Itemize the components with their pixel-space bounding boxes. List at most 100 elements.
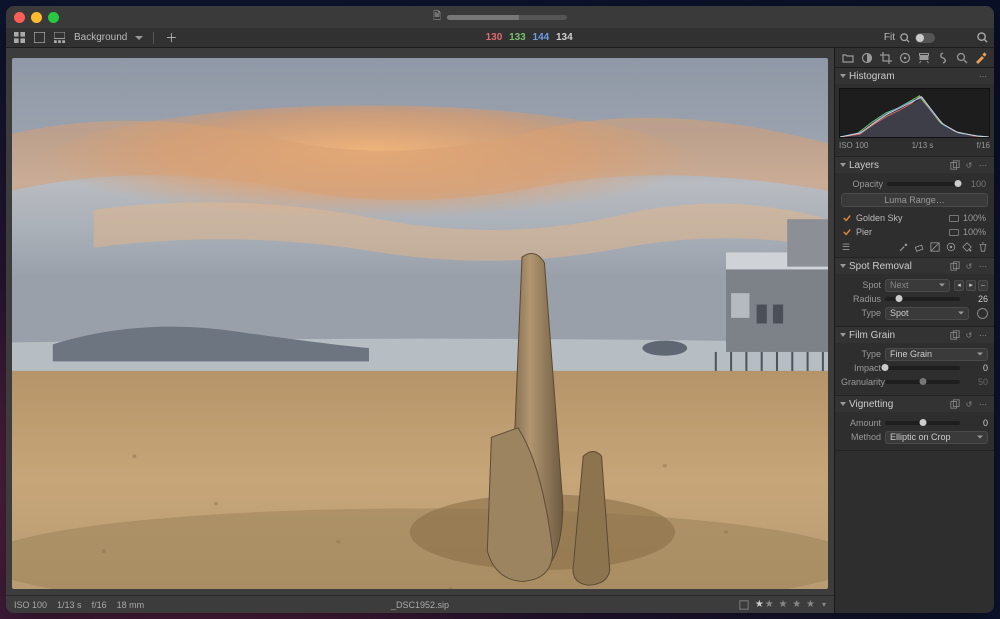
- grain-granularity-slider[interactable]: [885, 380, 960, 384]
- list-tools-icon[interactable]: ☰: [841, 242, 851, 252]
- panel-spot-header[interactable]: Spot Removal ↺ ⋯: [835, 258, 994, 274]
- panel-menu-icon[interactable]: ⋯: [978, 71, 988, 81]
- close-window-button[interactable]: [14, 12, 25, 23]
- layer-opacity: 100%: [963, 213, 986, 223]
- histogram-graph[interactable]: [839, 88, 990, 138]
- reset-icon[interactable]: ↺: [964, 399, 974, 409]
- panel-vignette-header[interactable]: Vignetting ↺ ⋯: [835, 396, 994, 412]
- disclosure-icon: [840, 163, 846, 167]
- filmstrip-icon[interactable]: [52, 31, 66, 45]
- tab-library-icon[interactable]: [841, 51, 855, 65]
- panel-title: Film Grain: [849, 330, 895, 341]
- reset-icon[interactable]: ↺: [964, 330, 974, 340]
- tab-exposure-icon[interactable]: [860, 51, 874, 65]
- radial-gradient-icon[interactable]: [946, 242, 956, 252]
- layer-selector-dropdown-icon[interactable]: [135, 36, 143, 40]
- title-center: 🗎: [433, 9, 567, 26]
- photo-canvas: [12, 58, 828, 589]
- spot-cursor-icon[interactable]: [977, 308, 988, 319]
- layer-item[interactable]: Pier 100%: [837, 225, 992, 239]
- histogram-meta: ISO 100 1/13 s f/16: [839, 139, 990, 152]
- grain-type-select[interactable]: Fine Grain: [885, 348, 988, 361]
- color-tag-icon[interactable]: [739, 600, 749, 610]
- browser-grid-icon[interactable]: [12, 31, 26, 45]
- spot-type-select[interactable]: Spot: [885, 307, 969, 320]
- layer-mask-icon[interactable]: [949, 229, 959, 236]
- minimize-window-button[interactable]: [31, 12, 42, 23]
- copy-icon[interactable]: [950, 399, 960, 409]
- grain-impact-label: Impact: [841, 363, 881, 373]
- zoom-fit-label[interactable]: Fit: [884, 32, 895, 43]
- tab-lens-icon[interactable]: [917, 51, 931, 65]
- document-icon: 🗎: [433, 9, 441, 26]
- layer-tools-row: ☰: [837, 239, 992, 253]
- grain-impact-slider[interactable]: [885, 366, 960, 370]
- panel-vignetting: Vignetting ↺ ⋯ Amount 0 Method Elliptic …: [835, 396, 994, 451]
- search-icon[interactable]: [977, 32, 988, 43]
- copy-icon[interactable]: [950, 330, 960, 340]
- panel-menu-icon[interactable]: ⋯: [978, 261, 988, 271]
- panel-menu-icon[interactable]: ⋯: [978, 330, 988, 340]
- delete-layer-icon[interactable]: [978, 242, 988, 252]
- panel-layers-header[interactable]: Layers ↺ ⋯: [835, 157, 994, 173]
- layer-item[interactable]: Golden Sky 100%: [837, 211, 992, 225]
- linear-gradient-icon[interactable]: [930, 242, 940, 252]
- status-aperture: f/16: [92, 600, 107, 610]
- panel-menu-icon[interactable]: ⋯: [978, 399, 988, 409]
- panel-spot-removal: Spot Removal ↺ ⋯ Spot Next ◂ ▸ –: [835, 258, 994, 327]
- zoom-icon[interactable]: [900, 33, 910, 43]
- tab-color-icon[interactable]: [898, 51, 912, 65]
- image-viewer[interactable]: [6, 48, 834, 595]
- radius-label: Radius: [841, 294, 881, 304]
- processing-progress: [447, 15, 567, 20]
- panel-grain-header[interactable]: Film Grain ↺ ⋯: [835, 327, 994, 343]
- vignette-amount-slider[interactable]: [885, 421, 960, 425]
- canvas-column: ISO 100 1/13 s f/16 18 mm _DSC1952.sip ★…: [6, 48, 834, 613]
- layer-mask-icon[interactable]: [949, 215, 959, 222]
- status-iso: ISO 100: [14, 600, 47, 610]
- fullscreen-window-button[interactable]: [48, 12, 59, 23]
- opacity-slider[interactable]: [887, 182, 958, 186]
- readout-r: 130: [486, 32, 503, 43]
- eraser-icon[interactable]: [914, 242, 924, 252]
- spot-prev-button[interactable]: ◂: [954, 280, 964, 291]
- fill-icon[interactable]: [962, 242, 972, 252]
- tab-adjust-icon[interactable]: [974, 51, 988, 65]
- copy-icon[interactable]: [950, 261, 960, 271]
- copy-icon[interactable]: [950, 160, 960, 170]
- tab-crop-icon[interactable]: [879, 51, 893, 65]
- luma-range-button[interactable]: Luma Range…: [841, 193, 988, 207]
- spot-select[interactable]: Next: [885, 279, 950, 292]
- radius-slider[interactable]: [885, 297, 960, 301]
- disclosure-icon: [840, 402, 846, 406]
- spot-next-button[interactable]: ▸: [966, 280, 976, 291]
- grain-impact-value: 0: [964, 363, 988, 373]
- reset-icon[interactable]: ↺: [964, 160, 974, 170]
- readout-b: 144: [533, 32, 550, 43]
- panel-menu-icon[interactable]: ⋯: [978, 160, 988, 170]
- panel-title: Histogram: [849, 71, 895, 82]
- status-bar: ISO 100 1/13 s f/16 18 mm _DSC1952.sip ★…: [6, 595, 834, 613]
- add-layer-icon[interactable]: ＋: [164, 31, 178, 45]
- vignette-method-select[interactable]: Elliptic on Crop: [885, 431, 988, 444]
- status-filename: _DSC1952.sip: [391, 600, 449, 610]
- rating-stars[interactable]: ★★ ★ ★ ★: [755, 599, 816, 610]
- panel-title: Spot Removal: [849, 261, 912, 272]
- title-bar: 🗎: [6, 6, 994, 28]
- layer-selector-label[interactable]: Background: [74, 32, 127, 43]
- radius-value: 26: [964, 294, 988, 304]
- chevron-down-icon[interactable]: ▾: [822, 600, 826, 609]
- viewer-single-icon[interactable]: [32, 31, 46, 45]
- readout-l: 134: [556, 32, 573, 43]
- spot-delete-button[interactable]: –: [978, 280, 988, 291]
- panel-histogram: Histogram ⋯: [835, 68, 994, 157]
- brush-icon[interactable]: [898, 242, 908, 252]
- tab-search-icon[interactable]: [955, 51, 969, 65]
- vignette-method-label: Method: [841, 432, 881, 442]
- tab-details-icon[interactable]: [936, 51, 950, 65]
- checkmark-icon[interactable]: [843, 228, 851, 236]
- reset-icon[interactable]: ↺: [964, 261, 974, 271]
- proof-toggle[interactable]: [915, 33, 935, 43]
- panel-histogram-header[interactable]: Histogram ⋯: [835, 68, 994, 84]
- checkmark-icon[interactable]: [843, 214, 851, 222]
